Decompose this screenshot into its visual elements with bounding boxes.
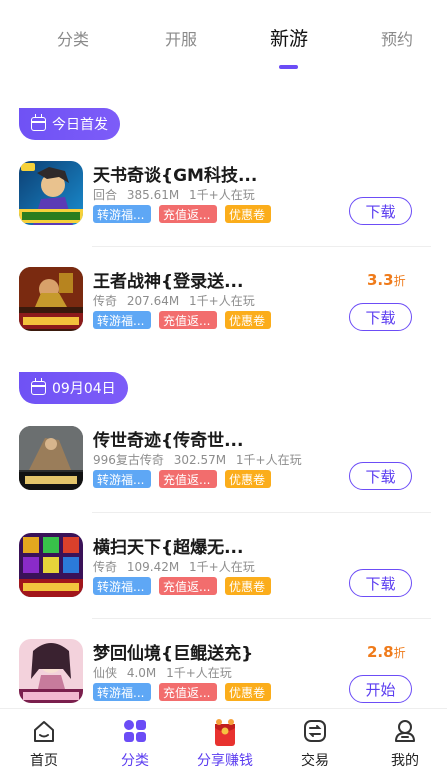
game-tags: 转游福... 充值返... 优惠卷 [93, 470, 271, 488]
game-item[interactable]: 梦回仙境{巨鲲送充} 仙侠 4.0M 1千+人在玩 转游福... 充值返... … [0, 639, 447, 708]
game-meta: 回合 385.61M 1千+人在玩 [93, 186, 261, 203]
game-players: 1千+人在玩 [189, 188, 255, 202]
active-tab-indicator [279, 65, 298, 69]
game-title[interactable]: 梦回仙境{巨鲲送充} [93, 639, 253, 664]
game-meta: 传奇 207.64M 1千+人在玩 [93, 292, 261, 309]
profile-icon [392, 718, 418, 748]
game-players: 1千+人在玩 [189, 294, 255, 308]
game-meta: 996复古传奇 302.57M 1千+人在玩 [93, 451, 308, 468]
tag-transfer-benefit: 转游福... [93, 311, 151, 329]
game-title[interactable]: 横扫天下{超爆无... [93, 533, 243, 558]
nav-trade[interactable]: 交易 [275, 709, 355, 770]
game-size: 4.0M [126, 666, 157, 680]
grid-icon [122, 718, 148, 748]
game-tags: 转游福... 充值返... 优惠卷 [93, 205, 271, 223]
nav-label: 首页 [30, 753, 58, 769]
nav-label: 分类 [121, 753, 149, 769]
tab-reservation[interactable]: 预约 [381, 26, 413, 50]
game-meta: 仙侠 4.0M 1千+人在玩 [93, 664, 238, 681]
date-chip: 今日首发 [19, 108, 120, 140]
game-icon[interactable] [19, 426, 83, 490]
calendar-icon [31, 378, 46, 395]
game-list: 今日首发 天书奇谈{GM科技... 回合 385.61M 1千+人在玩 转游福.… [0, 86, 447, 708]
tag-coupon: 优惠卷 [225, 470, 271, 488]
download-button[interactable]: 下载 [349, 462, 412, 490]
game-genre: 传奇 [93, 294, 118, 308]
home-icon [31, 718, 57, 748]
game-title[interactable]: 传世奇迹{传奇世... [93, 426, 243, 451]
nav-mine[interactable]: 我的 [365, 709, 445, 770]
game-size: 302.57M [173, 453, 227, 467]
divider [92, 618, 431, 619]
nav-label: 分享赚钱 [197, 753, 253, 769]
nav-label: 我的 [391, 753, 419, 769]
discount-value: 3.3 [367, 271, 394, 289]
tag-recharge-rebate: 充值返... [159, 311, 217, 329]
game-title[interactable]: 王者战神{登录送... [93, 267, 243, 292]
nav-label: 交易 [301, 753, 329, 769]
tag-coupon: 优惠卷 [225, 577, 271, 595]
download-button[interactable]: 下载 [349, 197, 412, 225]
date-label: 今日首发 [52, 117, 108, 133]
tag-recharge-rebate: 充值返... [159, 683, 217, 701]
nav-share-earn[interactable]: 分享赚钱 [185, 709, 265, 770]
game-item[interactable]: 天书奇谈{GM科技... 回合 385.61M 1千+人在玩 转游福... 充值… [0, 161, 447, 267]
tag-transfer-benefit: 转游福... [93, 683, 151, 701]
date-label: 09月04日 [52, 381, 116, 397]
tag-coupon: 优惠卷 [225, 311, 271, 329]
game-genre: 回合 [93, 188, 118, 202]
game-item[interactable]: 横扫天下{超爆无... 传奇 109.42M 1千+人在玩 转游福... 充值返… [0, 533, 447, 639]
game-icon[interactable] [19, 639, 83, 703]
game-title[interactable]: 天书奇谈{GM科技... [93, 161, 257, 186]
game-icon[interactable] [19, 161, 83, 225]
game-item[interactable]: 传世奇迹{传奇世... 996复古传奇 302.57M 1千+人在玩 转游福..… [0, 426, 447, 532]
trade-icon [302, 718, 328, 748]
top-tab-bar: 分类 开服 新游 预约 [0, 0, 447, 86]
game-meta: 传奇 109.42M 1千+人在玩 [93, 558, 261, 575]
tag-recharge-rebate: 充值返... [159, 470, 217, 488]
discount-value: 2.8 [367, 643, 394, 661]
discount-badge: 2.8折 [367, 643, 406, 661]
tag-transfer-benefit: 转游福... [93, 205, 151, 223]
bottom-nav: 首页 分类 分享赚钱 交易 我的 [0, 708, 447, 770]
game-genre: 仙侠 [93, 666, 118, 680]
download-button[interactable]: 下载 [349, 303, 412, 331]
red-envelope-icon [210, 718, 240, 752]
tag-transfer-benefit: 转游福... [93, 577, 151, 595]
game-size: 385.61M [126, 188, 180, 202]
game-genre: 996复古传奇 [93, 453, 164, 467]
tag-recharge-rebate: 充值返... [159, 205, 217, 223]
tag-coupon: 优惠卷 [225, 683, 271, 701]
tag-coupon: 优惠卷 [225, 205, 271, 223]
nav-category[interactable]: 分类 [95, 709, 175, 770]
game-tags: 转游福... 充值返... 优惠卷 [93, 311, 271, 329]
date-chip: 09月04日 [19, 372, 128, 404]
game-icon[interactable] [19, 533, 83, 597]
start-button[interactable]: 开始 [349, 675, 412, 703]
discount-unit: 折 [393, 646, 406, 660]
game-tags: 转游福... 充值返... 优惠卷 [93, 577, 271, 595]
game-size: 207.64M [126, 294, 180, 308]
discount-badge: 3.3折 [367, 271, 406, 289]
game-icon[interactable] [19, 267, 83, 331]
game-genre: 传奇 [93, 560, 118, 574]
section-0904: 09月04日 传世奇迹{传奇世... 996复古传奇 302.57M 1千+人在… [0, 350, 447, 708]
tag-recharge-rebate: 充值返... [159, 577, 217, 595]
game-tags: 转游福... 充值返... 优惠卷 [93, 683, 271, 701]
game-players: 1千+人在玩 [235, 453, 302, 467]
game-size: 109.42M [126, 560, 180, 574]
game-players: 1千+人在玩 [189, 560, 255, 574]
section-today: 今日首发 天书奇谈{GM科技... 回合 385.61M 1千+人在玩 转游福.… [0, 86, 447, 350]
tag-transfer-benefit: 转游福... [93, 470, 151, 488]
tab-category[interactable]: 分类 [57, 26, 89, 50]
download-button[interactable]: 下载 [349, 569, 412, 597]
game-players: 1千+人在玩 [166, 666, 232, 680]
discount-unit: 折 [393, 274, 406, 288]
tab-server-open[interactable]: 开服 [165, 26, 197, 50]
tab-new-games[interactable]: 新游 [270, 24, 308, 51]
nav-home[interactable]: 首页 [4, 709, 84, 770]
divider [92, 512, 431, 513]
calendar-icon [31, 114, 46, 131]
divider [92, 246, 431, 247]
